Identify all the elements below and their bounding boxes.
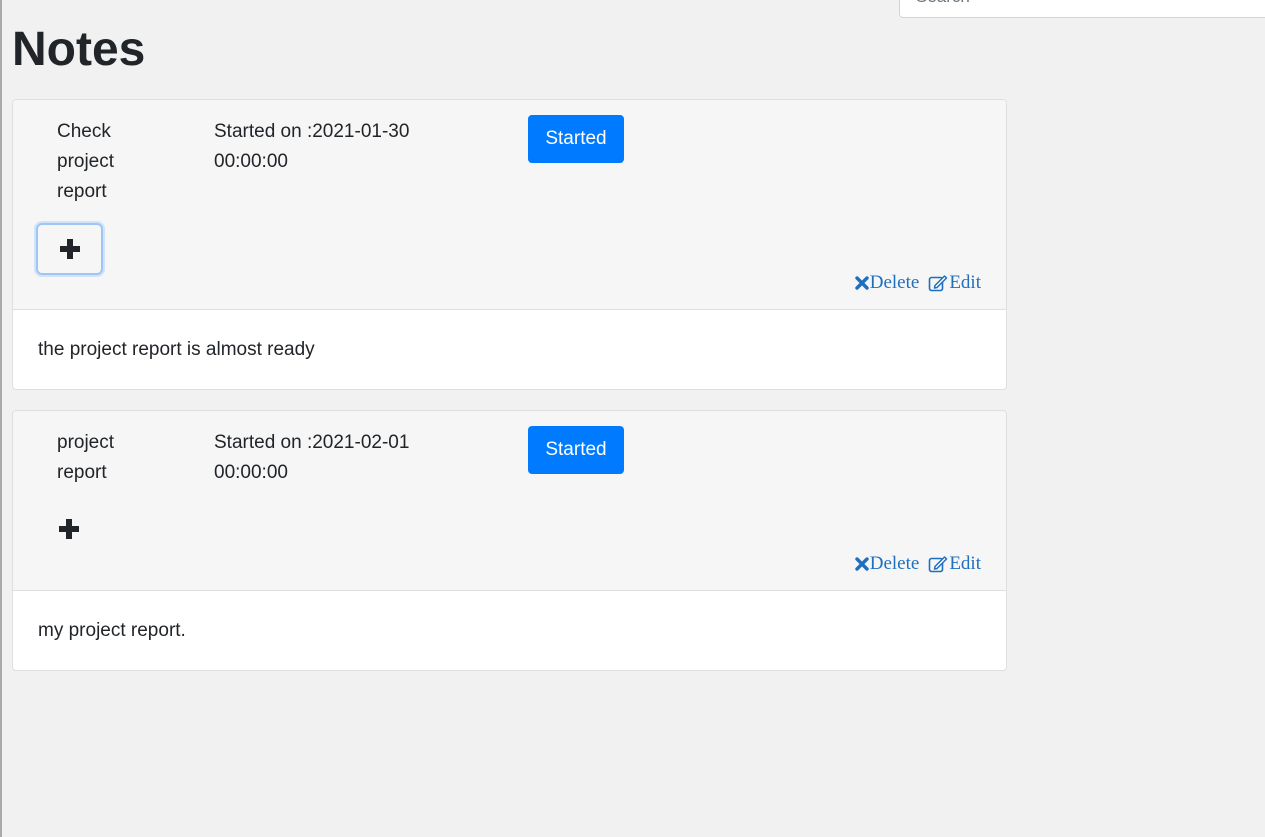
status-button[interactable]: Started: [528, 115, 624, 163]
times-icon: [855, 276, 869, 290]
edit-label: Edit: [949, 553, 981, 574]
edit-icon: [929, 555, 948, 572]
note-start-date: Started on :2021-02-01 00:00:00: [214, 432, 410, 483]
edit-link[interactable]: Edit: [928, 553, 981, 575]
search-input[interactable]: [899, 0, 1265, 18]
add-button[interactable]: [36, 223, 103, 275]
delete-link[interactable]: Delete: [855, 553, 920, 575]
status-button[interactable]: Started: [528, 426, 624, 474]
note-start-date: Started on :2021-01-30 00:00:00: [214, 121, 410, 172]
edit-label: Edit: [949, 272, 981, 293]
delete-label: Delete: [869, 553, 920, 574]
delete-link[interactable]: Delete: [855, 272, 920, 294]
add-button[interactable]: [38, 505, 100, 553]
page-title: Notes: [12, 23, 146, 76]
note-card-header: Check project report Started on :2021-01…: [13, 100, 1006, 310]
note-title: Check project report: [57, 121, 115, 202]
edit-link[interactable]: Edit: [928, 272, 981, 294]
note-card-header: project report Started on :2021-02-01 00…: [13, 411, 1006, 591]
note-card: Check project report Started on :2021-01…: [12, 99, 1007, 390]
note-title: project report: [57, 432, 115, 483]
note-body: my project report.: [38, 620, 186, 641]
note-actions: Delete Edit: [855, 553, 981, 575]
times-icon: [855, 557, 869, 571]
plus-icon: [59, 239, 80, 259]
note-card: project report Started on :2021-02-01 00…: [12, 410, 1007, 671]
plus-icon: [59, 519, 79, 539]
delete-label: Delete: [869, 272, 920, 293]
edit-icon: [929, 274, 948, 291]
note-body: the project report is almost ready: [38, 338, 315, 360]
note-actions: Delete Edit: [855, 272, 981, 294]
